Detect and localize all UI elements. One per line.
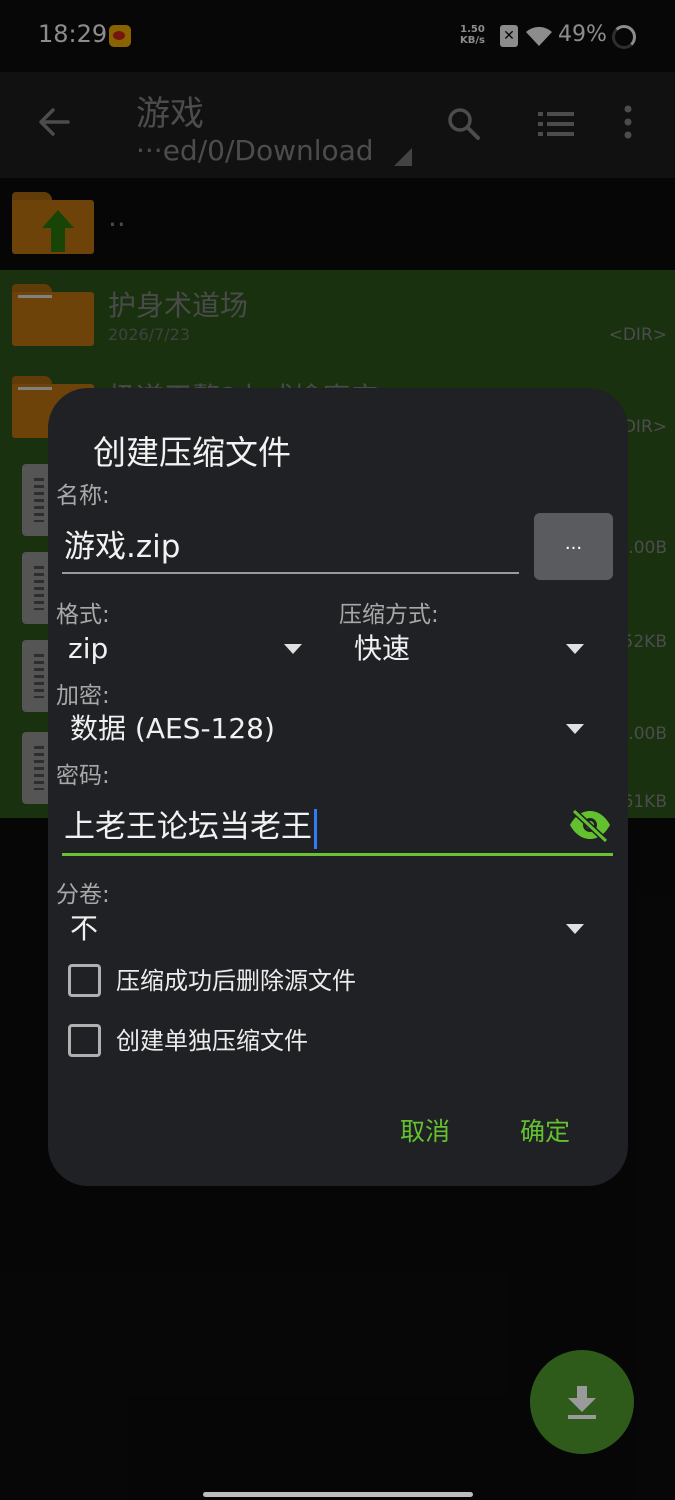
password-value: 上老王论坛当老王	[64, 809, 312, 845]
password-input[interactable]: 上老王论坛当老王	[62, 798, 613, 856]
archive-name-input[interactable]: 游戏.zip	[62, 520, 519, 574]
download-icon	[568, 1386, 596, 1419]
compression-method-select[interactable]: 快速	[354, 624, 594, 674]
format-select[interactable]: zip	[68, 624, 308, 674]
toggle-password-visibility-icon[interactable]	[568, 808, 612, 842]
format-value: zip	[68, 632, 109, 665]
extract-fab-button[interactable]	[530, 1350, 634, 1454]
split-volume-value: 不	[70, 912, 99, 945]
dropdown-caret-icon	[284, 644, 302, 654]
encryption-value: 数据 (AES-128)	[70, 712, 275, 745]
browse-button[interactable]: ...	[534, 513, 613, 580]
encryption-select[interactable]: 数据 (AES-128)	[70, 704, 590, 754]
separate-archive-checkbox[interactable]	[68, 1024, 101, 1057]
separate-archive-label: 创建单独压缩文件	[116, 1027, 308, 1055]
split-volume-select[interactable]: 不	[70, 904, 590, 954]
text-cursor	[314, 808, 317, 849]
password-label: 密码:	[56, 763, 110, 789]
cancel-button[interactable]: 取消	[400, 1112, 450, 1148]
ok-button[interactable]: 确定	[520, 1112, 570, 1148]
dialog-title: 创建压缩文件	[93, 433, 291, 472]
dropdown-caret-icon	[566, 924, 584, 934]
delete-source-label: 压缩成功后删除源文件	[116, 967, 356, 995]
dropdown-caret-icon	[566, 644, 584, 654]
compression-method-value: 快速	[354, 632, 411, 665]
create-archive-dialog: 创建压缩文件 名称: 游戏.zip ... 格式: zip 压缩方式: 快速 加…	[48, 388, 628, 1186]
gesture-home-bar[interactable]	[203, 1492, 473, 1497]
delete-source-checkbox[interactable]	[68, 964, 101, 997]
name-label: 名称:	[56, 483, 110, 509]
dropdown-caret-icon	[566, 724, 584, 734]
